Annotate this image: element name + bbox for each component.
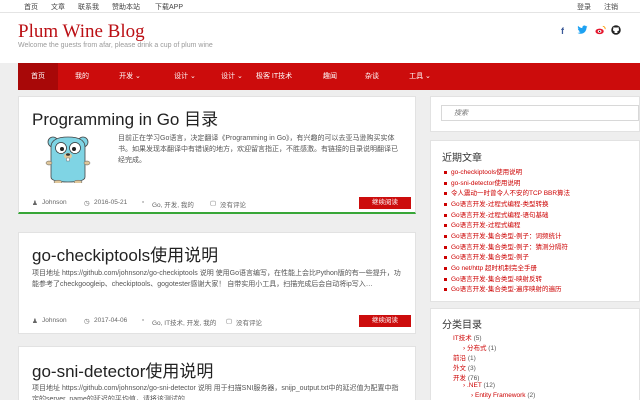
chevron-down-icon: ⌄ <box>190 73 196 80</box>
post-title[interactable]: go-sni-detector使用说明 <box>32 357 213 382</box>
twitter-icon[interactable]: t <box>577 25 588 37</box>
site-tagline: Welcome the guests from afar, please dri… <box>18 42 213 49</box>
login-link[interactable]: 登录 <box>577 2 591 12</box>
recent-post-link[interactable]: Go net/http 超时机制完全手册 <box>444 262 537 272</box>
nav-item-mine[interactable]: 我的 <box>62 63 102 90</box>
topbar-link-articles[interactable]: 文章 <box>51 2 65 12</box>
gopher-image <box>43 133 93 185</box>
post-excerpt: 项目地址 https://github.com/johnsonz/go-sni-… <box>32 385 399 400</box>
folder-icon: ▫ <box>142 199 145 206</box>
post-comments[interactable]: 没有评论 <box>236 317 262 327</box>
nav-item-fun[interactable]: 趣闻 <box>310 63 350 90</box>
widget-title: 分类目录 <box>442 320 482 331</box>
main-nav: 首页 我的 开发 ⌄ 设计 ⌄ 设计 ⌄ 极客 IT技术 趣闻 杂谈 工具 ⌄ <box>18 63 640 90</box>
top-bar: 首页 文章 联系我 赞助本站 下载APP 登录 注销 <box>0 0 640 13</box>
folder-icon: ▫ <box>142 317 145 324</box>
post-excerpt: 项目地址 https://github.com/johnsonz/go-chec… <box>32 270 401 288</box>
post-comments[interactable]: 没有评论 <box>220 199 246 209</box>
read-more-button[interactable]: 继续阅读 <box>359 315 411 327</box>
recent-post-link[interactable]: Go语言开发-集合类型-映射反转 <box>444 273 542 283</box>
site-header: Plum Wine Blog Welcome the guests from a… <box>0 13 640 63</box>
author-icon: ♟ <box>32 318 38 325</box>
recent-post-link[interactable]: Go语言开发-集合类型-遍序映射的遍历 <box>444 283 562 293</box>
nav-item-design[interactable]: 设计 ⌄ <box>161 63 209 90</box>
clock-icon: ◷ <box>84 318 90 325</box>
recent-post-link[interactable]: 令人震动一时曾令人不安的TCP BBR算法 <box>444 187 570 197</box>
recent-post-link[interactable]: Go语言开发-过程式编程-语句基础 <box>444 209 549 219</box>
post-meta: ♟ Johnson ◷ 2016-05-21 ▫ Go, 开发, 我的 ▢ 没有… <box>32 199 302 209</box>
recent-post-link[interactable]: go-checkiptools使用说明 <box>444 166 522 176</box>
chevron-right-icon: › <box>463 382 466 389</box>
topbar-link-contact[interactable]: 联系我 <box>78 2 99 12</box>
clock-icon: ◷ <box>84 200 90 207</box>
chevron-down-icon: ⌄ <box>425 73 431 80</box>
recent-post-link[interactable]: Go语言开发-集合类型-例子：猜测分隔符 <box>444 241 568 251</box>
post-excerpt: 目前正在学习Go语言，决定翻译《Programming in Go》，有兴趣的可… <box>118 135 398 164</box>
post-date: 2016-05-21 <box>94 199 128 206</box>
category-link[interactable]: › .NET (12) <box>463 382 495 389</box>
post-card: Programming in Go 目录 目前正在学习Go语言，决定翻译《Pro… <box>18 96 416 214</box>
post-author[interactable]: Johnson <box>42 199 67 206</box>
category-link[interactable]: 前沿 (1) <box>453 352 476 362</box>
topbar-link-home[interactable]: 首页 <box>24 2 38 12</box>
post-title[interactable]: Programming in Go 目录 <box>32 105 218 130</box>
category-link[interactable]: IT技术 (5) <box>453 332 482 342</box>
chevron-right-icon: › <box>463 345 466 352</box>
post-meta: ♟ Johnson ◷ 2017-04-06 ▫ Go, IT技术, 开发, 我… <box>32 317 322 327</box>
post-categories[interactable]: Go, IT技术, 开发, 我的 <box>152 317 216 327</box>
post-card: go-checkiptools使用说明 项目地址 https://github.… <box>18 232 416 334</box>
nav-item-it[interactable]: IT技术 <box>262 63 302 90</box>
read-more-button[interactable]: 继续阅读 <box>359 197 411 209</box>
recent-post-link[interactable]: Go语言开发-过程式编程-类型转换 <box>444 198 549 208</box>
recent-post-link[interactable]: Go语言开发-集合类型-例子：词频统计 <box>444 230 562 240</box>
weibo-icon[interactable]: w <box>595 25 606 37</box>
category-link[interactable]: › 分布式 (1) <box>463 342 496 352</box>
widget-title: 近期文章 <box>442 153 482 164</box>
post-author[interactable]: Johnson <box>42 317 67 324</box>
recent-post-link[interactable]: Go语言开发-过程式编程 <box>444 219 520 229</box>
recent-post-link[interactable]: go-sni-detector使用说明 <box>444 177 520 187</box>
site-title[interactable]: Plum Wine Blog <box>18 21 145 43</box>
author-icon: ♟ <box>32 200 38 207</box>
nav-item-talk[interactable]: 杂谈 <box>352 63 392 90</box>
category-link[interactable]: 外文 (3) <box>453 362 476 372</box>
chevron-down-icon: ⌄ <box>135 73 141 80</box>
nav-item-tools[interactable]: 工具 ⌄ <box>396 63 444 90</box>
nav-item-dev[interactable]: 开发 ⌄ <box>106 63 154 90</box>
recent-post-link[interactable]: Go语言开发-集合类型-例子 <box>444 251 529 261</box>
comment-icon: ▢ <box>226 318 233 325</box>
post-title[interactable]: go-checkiptools使用说明 <box>32 241 218 266</box>
topbar-link-app[interactable]: 下载APP <box>155 2 183 12</box>
search-widget <box>430 96 640 132</box>
post-card: go-sni-detector使用说明 项目地址 https://github.… <box>18 346 416 400</box>
post-categories[interactable]: Go, 开发, 我的 <box>152 199 194 209</box>
category-link[interactable]: 开发 (76) <box>453 372 479 382</box>
post-date: 2017-04-06 <box>94 317 128 324</box>
comment-icon: ▢ <box>210 200 217 207</box>
categories-widget: 分类目录 IT技术 (5) › 分布式 (1) 前沿 (1) 外文 (3) 开发… <box>430 308 640 400</box>
recent-posts-widget: 近期文章 go-checkiptools使用说明 go-sni-detector… <box>430 140 640 302</box>
chevron-right-icon: › <box>471 392 474 399</box>
github-icon[interactable]: g <box>611 25 621 37</box>
nav-item-home[interactable]: 首页 <box>18 63 58 90</box>
logout-link[interactable]: 注销 <box>604 2 618 12</box>
category-link[interactable]: › Entity Framework (2) <box>471 392 535 399</box>
topbar-link-sponsor[interactable]: 赞助本站 <box>112 2 140 12</box>
facebook-icon[interactable]: f <box>561 26 564 36</box>
search-input[interactable] <box>441 105 639 121</box>
